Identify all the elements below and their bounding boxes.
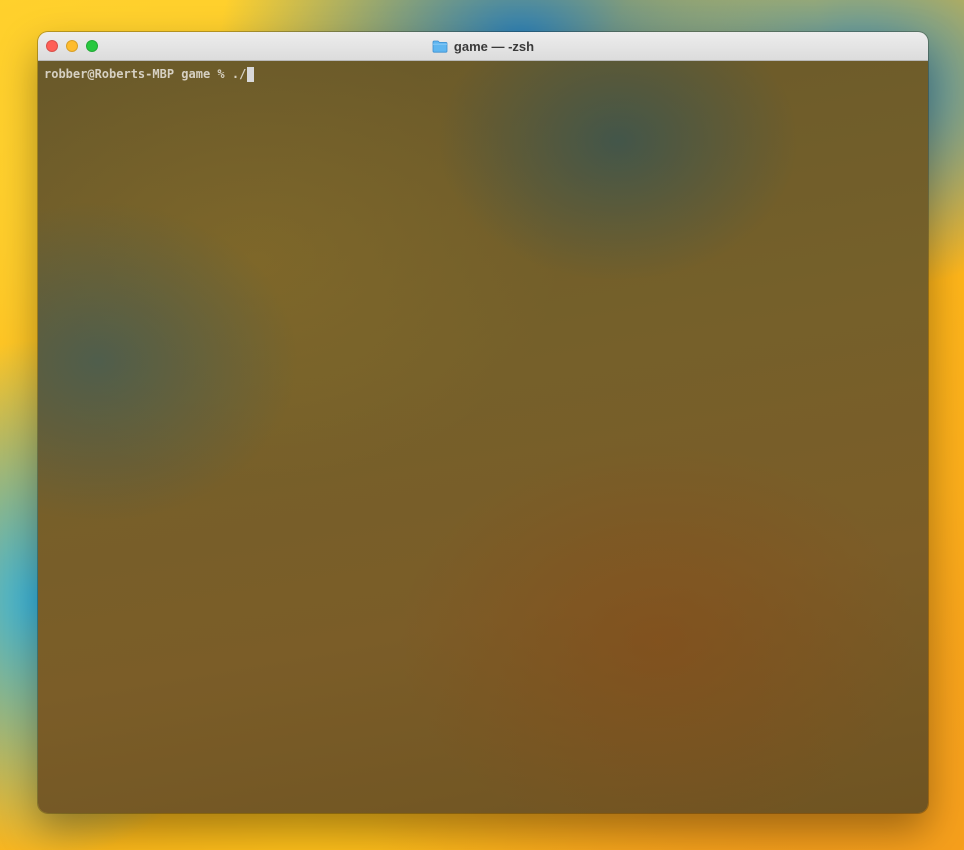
window-title-text: game — -zsh	[453, 38, 535, 54]
title-bar[interactable]: game — -zsh	[38, 32, 928, 61]
text-cursor	[247, 67, 255, 82]
window-title: game — -zsh	[432, 39, 534, 54]
minimize-button[interactable]	[66, 40, 78, 52]
prompt-line: robber@Roberts-MBP game % ./	[44, 67, 922, 82]
shell-prompt: robber@Roberts-MBP game %	[44, 67, 232, 81]
maximize-button[interactable]	[86, 40, 98, 52]
folder-icon	[432, 40, 448, 53]
window-controls	[46, 40, 98, 52]
terminal-window: game — -zsh robber@Roberts-MBP game % ./	[38, 32, 928, 813]
terminal-content[interactable]: robber@Roberts-MBP game % ./	[38, 61, 928, 813]
command-input[interactable]: ./	[232, 67, 246, 82]
close-button[interactable]	[46, 40, 58, 52]
